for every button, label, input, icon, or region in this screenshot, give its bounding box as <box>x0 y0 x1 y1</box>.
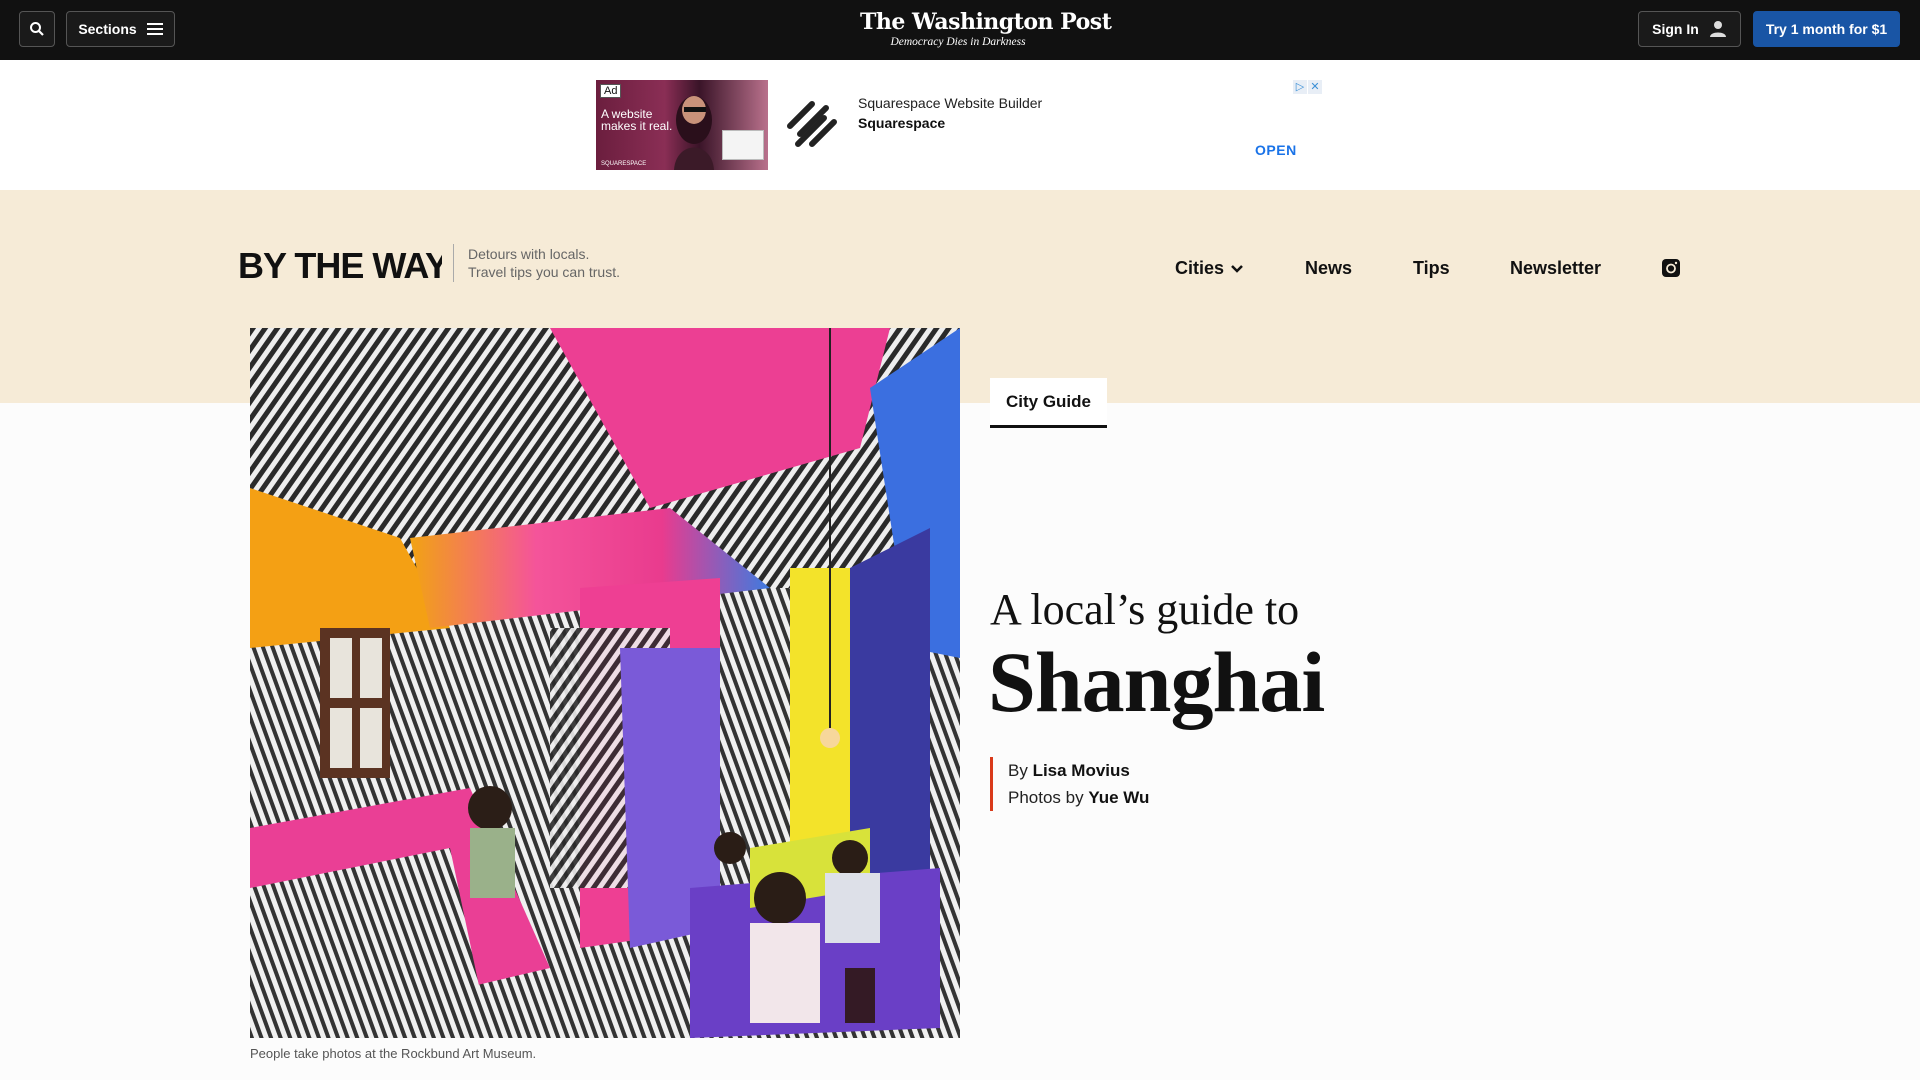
ad-image-brand: SQUARESPACE <box>601 161 647 167</box>
instagram-icon[interactable] <box>1661 258 1681 278</box>
chevron-down-icon <box>1231 264 1243 273</box>
subscribe-button[interactable]: Try 1 month for $1 <box>1753 11 1900 47</box>
top-navigation-bar: Sections The Washington Post Democracy D… <box>0 0 1920 60</box>
hero-photo <box>250 328 960 1038</box>
sections-label: Sections <box>78 21 137 37</box>
section-tagline-line2: Travel tips you can trust. <box>468 264 620 280</box>
by-the-way-logo[interactable]: BY THE WAY <box>238 244 442 286</box>
by-prefix: By <box>1008 761 1033 780</box>
by-the-way-logo-text: BY THE WAY <box>238 245 442 286</box>
masthead-tagline: Democracy Dies in Darkness <box>890 36 1026 48</box>
article-kicker: A local’s guide to <box>990 585 1300 634</box>
search-button[interactable] <box>19 11 55 47</box>
byline-photographer-row: Photos by Yue Wu <box>1008 784 1149 811</box>
sign-in-label: Sign In <box>1652 21 1699 37</box>
ad-info-icon[interactable]: ▷ <box>1293 80 1307 94</box>
byline: By Lisa Movius Photos by Yue Wu <box>990 757 1149 811</box>
hero-caption: People take photos at the Rockbund Art M… <box>250 1046 537 1061</box>
hamburger-icon <box>146 23 163 35</box>
author-link[interactable]: Lisa Movius <box>1033 761 1130 780</box>
masthead-logo[interactable]: The Washington Post Democracy Dies in Da… <box>860 9 1112 49</box>
close-icon[interactable]: ✕ <box>1308 80 1322 94</box>
nav-newsletter[interactable]: Newsletter <box>1510 258 1601 279</box>
ad-choices[interactable]: ▷ ✕ <box>1293 80 1322 94</box>
ad-image[interactable]: Ad A website makes it real. SQUARESPACE <box>596 80 768 170</box>
nav-news[interactable]: News <box>1305 258 1352 279</box>
nav-cities-label: Cities <box>1175 258 1225 278</box>
ad-image-text: A website makes it real. <box>601 107 673 133</box>
masthead-title: The Washington Post <box>860 9 1112 35</box>
logo-divider <box>453 244 454 282</box>
ad-advertiser[interactable]: Squarespace <box>858 115 945 131</box>
nav-cities[interactable]: Cities <box>1175 258 1244 279</box>
byline-author-row: By Lisa Movius <box>1008 757 1149 784</box>
ad-headline[interactable]: Squarespace Website Builder <box>858 95 1042 111</box>
nav-tips[interactable]: Tips <box>1413 258 1450 279</box>
user-icon <box>1709 21 1726 37</box>
sections-menu-button[interactable]: Sections <box>66 11 175 47</box>
photos-by-prefix: Photos by <box>1008 788 1089 807</box>
search-icon <box>30 22 44 36</box>
article-title: Shanghai <box>988 634 1325 730</box>
ad-open-button[interactable]: OPEN <box>1255 142 1297 158</box>
ad-image-card <box>722 130 764 160</box>
sign-in-button[interactable]: Sign In <box>1638 11 1741 47</box>
city-guide-tab[interactable]: City Guide <box>990 378 1107 428</box>
photographer-link[interactable]: Yue Wu <box>1088 788 1149 807</box>
section-tagline-line1: Detours with locals. <box>468 246 590 262</box>
hero-photo-graphic <box>250 328 960 1038</box>
section-tagline: Detours with locals. Travel tips you can… <box>468 245 620 281</box>
squarespace-logo-icon <box>787 101 837 147</box>
advertisement-banner: Ad A website makes it real. SQUARESPACE … <box>0 60 1920 190</box>
